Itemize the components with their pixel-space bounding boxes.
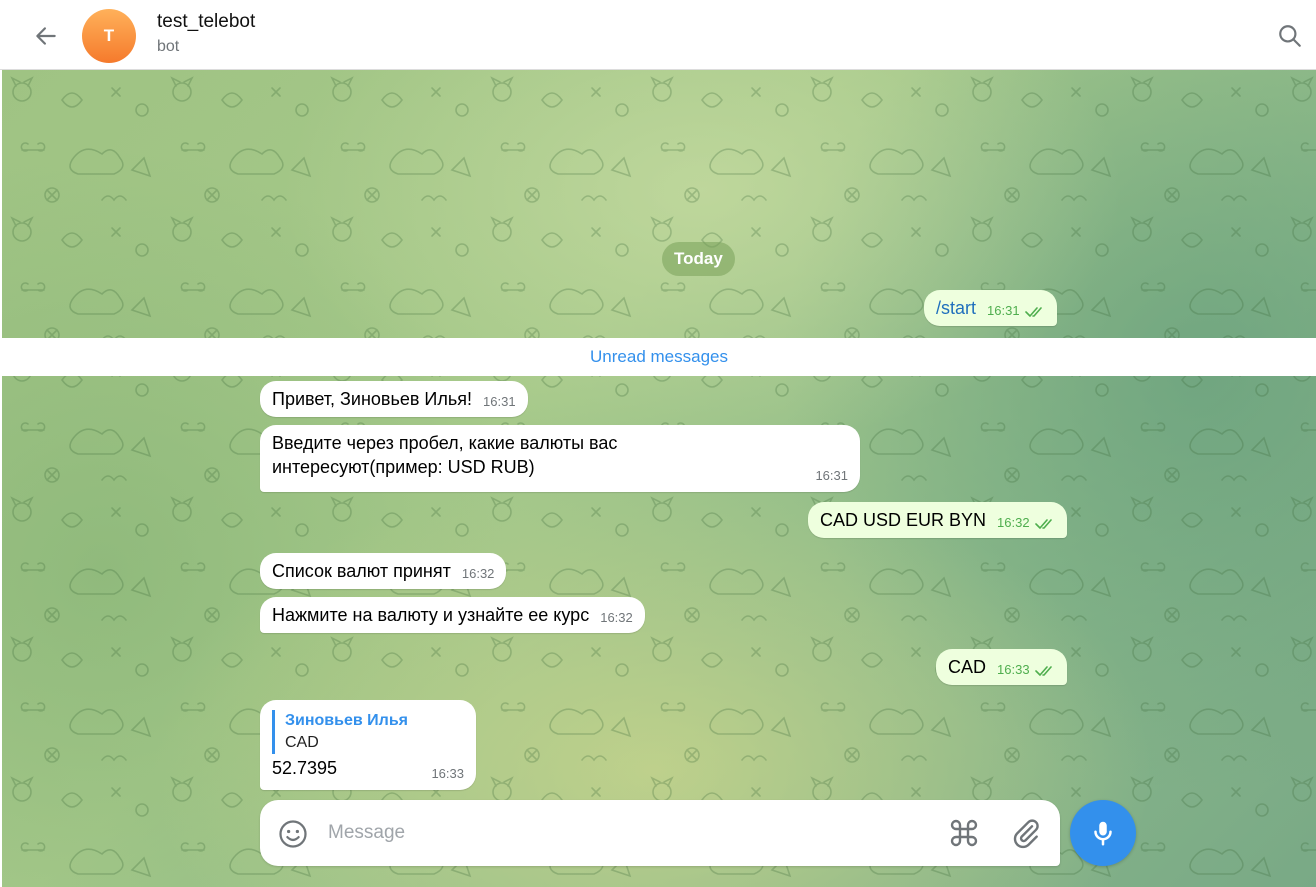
date-separator: Today xyxy=(662,242,735,276)
reply-quote[interactable]: Зиновьев Илья CAD xyxy=(272,710,464,754)
message-text-line: интересуют(пример: USD RUB) xyxy=(272,457,535,477)
message-time: 16:31 xyxy=(483,394,516,409)
back-button[interactable] xyxy=(30,20,62,52)
message-text: CAD xyxy=(948,657,987,677)
message-time: 16:33 xyxy=(431,766,464,781)
message-time: 16:31 xyxy=(815,468,848,483)
reply-text: CAD xyxy=(285,734,319,751)
chat-background: Today /start 16:31 Unread messages Приве… xyxy=(2,70,1316,887)
message-text: /start xyxy=(936,298,977,318)
message-incoming[interactable]: Введите через пробел, какие валюты вас и… xyxy=(260,425,860,492)
search-icon xyxy=(1279,25,1301,47)
microphone-icon xyxy=(1094,821,1112,846)
command-icon[interactable] xyxy=(948,817,980,849)
message-outgoing[interactable]: CAD USD EUR BYN 16:32 xyxy=(808,502,1068,538)
message-incoming[interactable]: Список валют принят 16:32 xyxy=(260,553,507,589)
voice-record-button[interactable] xyxy=(1070,800,1136,866)
message-incoming[interactable]: Привет, Зиновьев Илья! 16:31 xyxy=(260,381,528,417)
message-time: 16:32 xyxy=(461,566,495,581)
emoji-icon[interactable] xyxy=(278,819,308,849)
double-check-icon xyxy=(1035,665,1053,676)
message-composer xyxy=(260,800,1060,866)
chat-title[interactable]: test_telebot xyxy=(157,11,255,33)
message-meta: 16:31 xyxy=(987,302,1045,320)
paperclip-icon[interactable] xyxy=(1010,817,1042,849)
message-input[interactable] xyxy=(328,816,928,850)
avatar[interactable]: T xyxy=(82,9,136,63)
message-incoming[interactable]: Нажмите на валюту и узнайте ее курс 16:3… xyxy=(260,597,645,633)
message-outgoing[interactable]: CAD 16:33 xyxy=(936,649,1068,685)
search-button[interactable] xyxy=(1274,20,1306,52)
double-check-icon xyxy=(1035,518,1053,529)
chat-status: bot xyxy=(157,38,180,55)
message-incoming-reply[interactable]: Зиновьев Илья CAD 52.7395 16:33 xyxy=(260,700,476,790)
message-text: Список валют принят xyxy=(272,561,451,581)
message-outgoing[interactable]: /start 16:31 xyxy=(924,290,1058,326)
chat-header: T test_telebot bot xyxy=(0,0,1316,70)
message-text: Привет, Зиновьев Илья! xyxy=(272,389,472,409)
reply-author: Зиновьев Илья xyxy=(285,712,408,729)
message-meta: 16:33 xyxy=(997,661,1055,679)
unread-messages-separator: Unread messages xyxy=(2,338,1316,376)
back-arrow-icon xyxy=(36,27,56,45)
message-text: Нажмите на валюту и узнайте ее курс xyxy=(272,605,590,625)
message-text-line: Введите через пробел, какие валюты вас xyxy=(272,433,618,453)
message-meta: 16:32 xyxy=(997,514,1055,532)
double-check-icon xyxy=(1025,306,1043,317)
message-text: CAD USD EUR BYN xyxy=(820,510,987,530)
message-time: 16:32 xyxy=(600,610,633,625)
